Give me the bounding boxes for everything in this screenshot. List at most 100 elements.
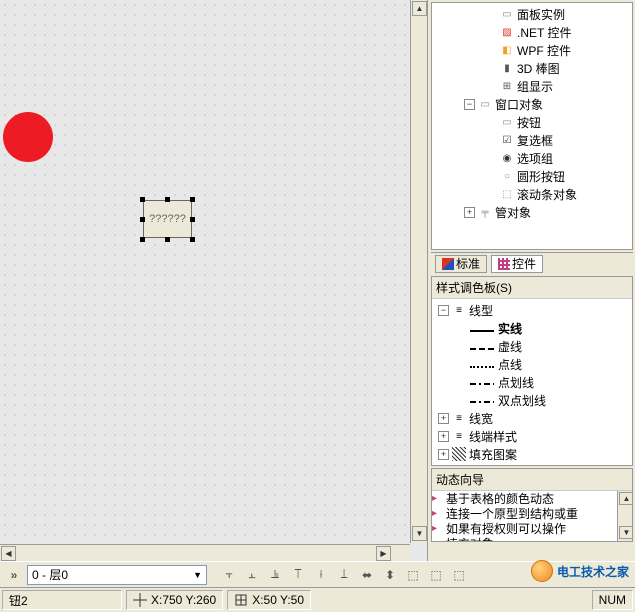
tree-item-9[interactable]: ○圆形按钮 <box>434 167 630 185</box>
group-lineend[interactable]: +≡线端样式 <box>434 427 630 445</box>
align-bottom-button[interactable]: ⟘ <box>334 565 354 585</box>
red-circle-shape[interactable] <box>3 112 53 162</box>
expand-icon[interactable]: + <box>464 207 475 218</box>
group-linewidth[interactable]: +≡线宽 <box>434 409 630 427</box>
align-right-button[interactable]: ⫡ <box>265 565 285 585</box>
same-width-button[interactable]: ⬚ <box>403 565 423 585</box>
style-root-label: 线型 <box>469 302 493 319</box>
tab-controls[interactable]: 控件 <box>491 255 543 273</box>
guide-body: ▸基于表格的颜色动态▸连接一个原型到结构或重▸如果有授权则可以操作▸埴充对象 ▲… <box>432 491 632 541</box>
tree-item-11[interactable]: +╤管对象 <box>434 203 630 221</box>
bar3d-icon: ▮ <box>500 61 514 75</box>
tree-item-5[interactable]: −▭窗口对象 <box>434 95 630 113</box>
tree-item-6[interactable]: ▭按钮 <box>434 113 630 131</box>
collapse-icon[interactable]: − <box>464 99 475 110</box>
expand-button[interactable]: » <box>4 565 24 585</box>
watermark-logo-icon <box>531 560 553 582</box>
line-dash[interactable]: 虚线 <box>434 337 630 355</box>
canvas-hscroll[interactable]: ◀ ▶ <box>0 544 410 561</box>
line-solid[interactable]: 实线 <box>434 319 630 337</box>
distribute-v-button[interactable]: ⬍ <box>380 565 400 585</box>
tree-item-label: 滚动条对象 <box>517 186 577 203</box>
dash-line-icon <box>470 343 494 350</box>
roundbtn-icon: ○ <box>500 169 514 183</box>
resize-handle-sw[interactable] <box>140 237 145 242</box>
line-dot[interactable]: 点线 <box>434 355 630 373</box>
resize-handle-ne[interactable] <box>190 197 195 202</box>
tree-item-2[interactable]: ◧WPF 控件 <box>434 41 630 59</box>
selected-object[interactable]: ?????? <box>140 197 195 242</box>
lines-icon: ≡ <box>452 303 466 317</box>
layer-select[interactable]: 0 - 层0 ▼ <box>27 565 207 585</box>
align-left-button[interactable]: ⫟ <box>219 565 239 585</box>
style-palette-panel: 样式调色板(S) − ≡ 线型 实线 虚线 点线 点划线 双点划线 +≡线宽 +… <box>431 276 633 466</box>
tree-item-3[interactable]: ▮3D 棒图 <box>434 59 630 77</box>
net-icon: ▨ <box>500 25 514 39</box>
dashdot-line-icon <box>470 383 494 385</box>
guide-vscroll[interactable]: ▲ ▼ <box>617 491 632 541</box>
tree-item-label: 管对象 <box>495 204 531 221</box>
guide-item-0[interactable]: ▸基于表格的颜色动态 <box>432 491 632 506</box>
guide-arrow-icon: ▸ <box>432 538 444 542</box>
selected-object-box[interactable]: ?????? <box>143 200 192 238</box>
resize-handle-nw[interactable] <box>140 197 145 202</box>
status-num-label: NUM <box>599 593 626 607</box>
window-icon: ▭ <box>478 97 492 111</box>
style-root[interactable]: − ≡ 线型 <box>434 301 630 319</box>
tree-item-1[interactable]: ▨.NET 控件 <box>434 23 630 41</box>
grid-icon <box>498 258 510 270</box>
wpf-icon: ◧ <box>500 43 514 57</box>
line-dashdotdot[interactable]: 双点划线 <box>434 391 630 409</box>
align-middle-button[interactable]: ⟊ <box>311 565 331 585</box>
align-top-button[interactable]: ⟙ <box>288 565 308 585</box>
group-fill[interactable]: +填充图案 <box>434 445 630 463</box>
guide-item-1[interactable]: ▸连接一个原型到结构或重 <box>432 506 632 521</box>
design-canvas[interactable]: ?????? <box>0 0 410 543</box>
tree-item-8[interactable]: ◉选项组 <box>434 149 630 167</box>
dashdotdot-line-icon <box>470 401 494 403</box>
scroll-up-icon[interactable]: ▲ <box>619 492 632 505</box>
expand-icon[interactable]: + <box>438 449 449 460</box>
scroll-left-icon[interactable]: ◀ <box>1 546 16 561</box>
status-numlock: NUM <box>592 590 633 610</box>
expand-icon[interactable]: + <box>438 431 449 442</box>
button-icon: ▭ <box>500 115 514 129</box>
tab-standard-label: 标准 <box>456 255 480 272</box>
tab-controls-label: 控件 <box>512 255 536 272</box>
same-size-button[interactable]: ⬚ <box>449 565 469 585</box>
group-lineend-label: 线端样式 <box>469 428 517 445</box>
size-icon <box>234 593 248 607</box>
guide-item-2[interactable]: ▸如果有授权则可以操作 <box>432 521 632 536</box>
status-coord2-value: X:50 Y:50 <box>252 593 304 607</box>
scroll-up-icon[interactable]: ▲ <box>412 1 427 16</box>
tab-standard[interactable]: 标准 <box>435 255 487 273</box>
resize-handle-e[interactable] <box>190 217 195 222</box>
style-tree[interactable]: − ≡ 线型 实线 虚线 点线 点划线 双点划线 +≡线宽 +≡线端样式 +填充… <box>432 299 632 465</box>
resize-handle-w[interactable] <box>140 217 145 222</box>
resize-handle-se[interactable] <box>190 237 195 242</box>
scroll-right-icon[interactable]: ▶ <box>376 546 391 561</box>
tree-item-10[interactable]: ⬚滚动条对象 <box>434 185 630 203</box>
same-height-button[interactable]: ⬚ <box>426 565 446 585</box>
checkbox-icon: ☑ <box>500 133 514 147</box>
style-palette-title: 样式调色板(S) <box>432 277 632 299</box>
canvas-vscroll[interactable]: ▲ ▼ <box>410 0 427 543</box>
watermark: 电工技术之家 <box>531 560 629 582</box>
tree-item-4[interactable]: ⊞组显示 <box>434 77 630 95</box>
resize-handle-n[interactable] <box>165 197 170 202</box>
scroll-down-icon[interactable]: ▼ <box>619 526 632 539</box>
tree-item-0[interactable]: ▭面板实例 <box>434 5 630 23</box>
dynamic-guide-panel: 动态向导 ▸基于表格的颜色动态▸连接一个原型到结构或重▸如果有授权则可以操作▸埴… <box>431 468 633 542</box>
line-dashdot[interactable]: 点划线 <box>434 373 630 391</box>
expand-icon[interactable]: + <box>438 413 449 424</box>
slider-icon: ⬚ <box>500 187 514 201</box>
tree-item-7[interactable]: ☑复选框 <box>434 131 630 149</box>
resize-handle-s[interactable] <box>165 237 170 242</box>
align-center-button[interactable]: ⫠ <box>242 565 262 585</box>
tree-item-label: WPF 控件 <box>517 42 571 59</box>
scroll-down-icon[interactable]: ▼ <box>412 526 427 541</box>
guide-title: 动态向导 <box>432 469 632 491</box>
distribute-h-button[interactable]: ⬌ <box>357 565 377 585</box>
collapse-icon[interactable]: − <box>438 305 449 316</box>
object-tree[interactable]: ▭面板实例▨.NET 控件◧WPF 控件▮3D 棒图⊞组显示−▭窗口对象▭按钮☑… <box>432 3 632 223</box>
